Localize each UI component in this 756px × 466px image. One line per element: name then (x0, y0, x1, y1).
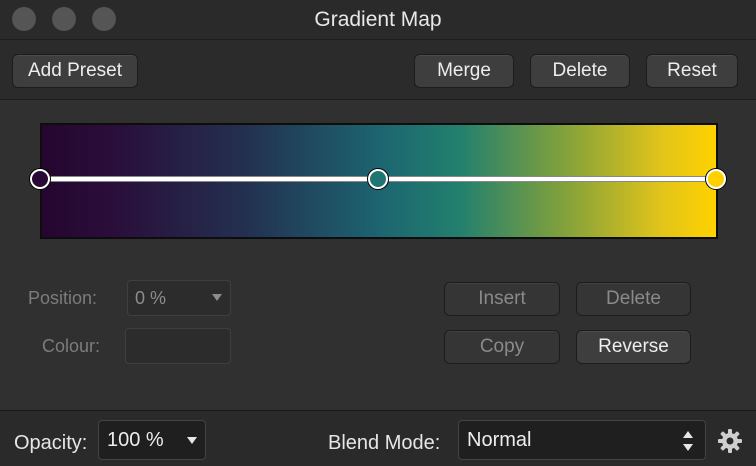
colour-label: Colour: (42, 336, 101, 356)
reverse-gradient-button[interactable]: Reverse (576, 330, 691, 364)
position-value: 0 % (135, 287, 167, 308)
window-title: Gradient Map (314, 8, 442, 31)
opacity-dropdown[interactable]: 100 % (98, 420, 206, 460)
copy-stop-button[interactable]: Copy (444, 330, 560, 364)
chevron-down-icon (212, 294, 222, 301)
insert-stop-button[interactable]: Insert (444, 282, 560, 316)
gradient-stop-end[interactable] (706, 169, 726, 189)
colour-swatch[interactable] (125, 328, 231, 364)
gear-icon[interactable] (716, 427, 744, 455)
opacity-label: Opacity: (14, 432, 88, 454)
chevron-down-icon (187, 437, 197, 444)
toolbar: Add Preset Merge Delete Reset (0, 40, 756, 100)
opacity-value: 100 % (107, 428, 164, 451)
blend-mode-label: Blend Mode: (328, 432, 441, 454)
reset-button[interactable]: Reset (646, 54, 738, 88)
position-dropdown[interactable]: 0 % (127, 280, 231, 316)
gradient-stop-middle[interactable] (368, 169, 388, 189)
position-label: Position: (28, 288, 98, 308)
blend-mode-value: Normal (467, 428, 532, 451)
title-bar: Gradient Map (0, 0, 756, 40)
blend-mode-dropdown[interactable]: Normal (458, 420, 706, 460)
delete-preset-button[interactable]: Delete (530, 54, 630, 88)
gradient-stop-start[interactable] (30, 169, 50, 189)
delete-stop-button[interactable]: Delete (576, 282, 691, 316)
merge-button[interactable]: Merge (414, 54, 514, 88)
add-preset-button[interactable]: Add Preset (12, 54, 138, 88)
stepper-icon (683, 431, 693, 451)
